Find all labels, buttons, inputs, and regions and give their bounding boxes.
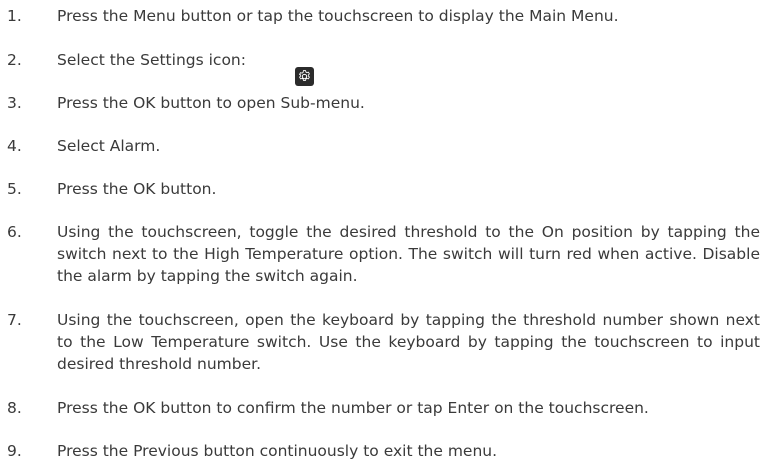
step-number: 2. <box>7 51 22 69</box>
step-number: 8. <box>7 399 22 417</box>
step-text: Press the Menu button or tap the touchsc… <box>57 7 619 25</box>
step-text: Using the touchscreen, toggle the desire… <box>57 223 760 285</box>
step-number: 7. <box>7 311 22 329</box>
step-number: 9. <box>7 442 22 460</box>
step-number: 3. <box>7 94 22 112</box>
instruction-list: 1. Press the Menu button or tap the touc… <box>0 0 762 466</box>
step-text: Press the OK button to confirm the numbe… <box>57 399 649 417</box>
step-text: Select the Settings icon: <box>57 51 246 69</box>
step-text: Press the OK button. <box>57 180 217 198</box>
settings-icon <box>295 67 314 86</box>
step-text: Using the touchscreen, open the keyboard… <box>57 311 760 373</box>
step-text: Press the OK button to open Sub-menu. <box>57 94 365 112</box>
step-text: Press the Previous button continuously t… <box>57 442 498 460</box>
step-number: 1. <box>7 7 22 25</box>
gear-icon <box>299 70 310 81</box>
step-number: 4. <box>7 137 22 155</box>
step-text: Select Alarm. <box>57 137 161 155</box>
step-number: 6. <box>7 223 22 241</box>
step-number: 5. <box>7 180 22 198</box>
